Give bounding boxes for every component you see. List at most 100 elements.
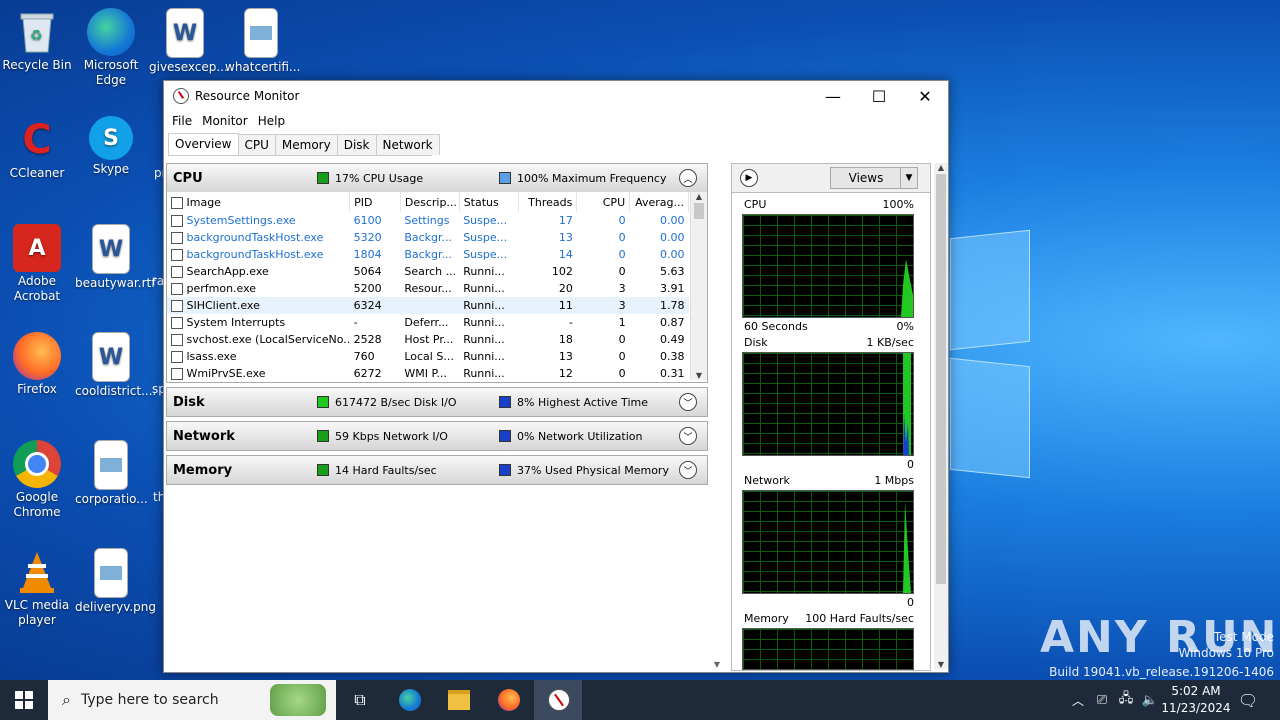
scroll-thumb[interactable]: [694, 203, 704, 219]
resource-monitor-taskbar-button[interactable]: [534, 680, 582, 720]
desktop-icon-givesexcep[interactable]: W givesexcep...: [149, 8, 228, 75]
scroll-up-arrow-icon[interactable]: ▲: [691, 192, 707, 201]
cpu-section-header[interactable]: CPU 17% CPU Usage 100% Maximum Frequency…: [167, 164, 707, 192]
cell-threads: 13: [558, 231, 573, 244]
row-checkbox[interactable]: [171, 249, 183, 261]
word-doc-icon: W: [92, 224, 130, 274]
table-row[interactable]: lsass.exe 760 Local S... Runni... 13 0 0.38: [167, 348, 689, 365]
tab-overview[interactable]: Overview: [168, 133, 239, 155]
graph-panel-scrollbar[interactable]: ▲ ▼: [934, 163, 948, 669]
desktop-icon-recycle-bin[interactable]: ♻ Recycle Bin: [1, 8, 73, 73]
table-row[interactable]: svchost.exe (LocalServiceNo... 2528 Host P…: [167, 331, 689, 348]
minimize-button[interactable]: —: [810, 81, 856, 111]
start-button[interactable]: [12, 688, 36, 712]
network-icon[interactable]: 🖧: [1114, 688, 1138, 712]
expand-chevron-icon[interactable]: ﹀: [679, 427, 697, 445]
file-explorer-icon[interactable]: [447, 688, 471, 712]
scroll-down-arrow-icon[interactable]: ▼: [691, 371, 707, 380]
desktop-icon-ccleaner[interactable]: C CCleaner: [1, 116, 73, 181]
cell-average: 0.00: [660, 231, 685, 244]
disk-section-header[interactable]: Disk 617472 B/sec Disk I/O 8% Highest Ac…: [167, 388, 707, 416]
collapse-chevron-icon[interactable]: ︿: [679, 169, 697, 187]
row-checkbox[interactable]: [171, 334, 183, 346]
close-button[interactable]: ✕: [902, 81, 948, 111]
clock[interactable]: 5:02 AM 11/23/2024: [1160, 683, 1232, 717]
expand-panel-arrow-icon[interactable]: ▶: [740, 169, 758, 187]
row-checkbox[interactable]: [171, 266, 183, 278]
maximize-button[interactable]: ☐: [856, 81, 902, 111]
column-image[interactable]: Image: [167, 192, 351, 212]
clock-time: 5:02 AM: [1171, 684, 1221, 698]
scroll-down-arrow-icon[interactable]: ▼: [934, 660, 948, 669]
cpu-table-scrollbar[interactable]: ▲ ▼: [690, 192, 707, 380]
cell-cpu: 0: [618, 350, 626, 363]
menu-file[interactable]: File: [168, 114, 196, 128]
table-row[interactable]: SearchApp.exe 5064 Search ... Runni... 102 0 5…: [167, 263, 689, 280]
column-status[interactable]: Status: [459, 192, 519, 212]
table-row[interactable]: perfmon.exe 5200 Resour... Runni... 20 3 3.91: [167, 280, 689, 297]
cell-pid: 760: [353, 350, 375, 363]
desktop-icon-chrome[interactable]: Google Chrome: [1, 440, 73, 520]
table-row[interactable]: WmiPrvSE.exe 6272 WMI P... Runni... 12 0 0.31: [167, 365, 689, 380]
desktop-icon-edge[interactable]: Microsoft Edge: [75, 8, 147, 88]
row-checkbox[interactable]: [171, 368, 183, 380]
task-view-icon[interactable]: ⧉: [348, 688, 372, 712]
tab-memory[interactable]: Memory: [274, 134, 338, 155]
tab-cpu[interactable]: CPU: [237, 134, 276, 155]
volume-icon[interactable]: 🔈: [1138, 688, 1162, 712]
tab-network[interactable]: Network: [375, 134, 440, 155]
network-io-indicator: 59 Kbps Network I/O: [317, 430, 448, 443]
desktop-icon-acrobat[interactable]: A Adobe Acrobat: [1, 224, 73, 304]
desktop-icon-cooldistrict[interactable]: W cooldistrict....: [75, 332, 156, 399]
firefox-taskbar-icon[interactable]: [497, 688, 521, 712]
column-cpu[interactable]: CPU: [576, 192, 631, 212]
table-row[interactable]: SystemSettings.exe 6100 Settings Suspe... 17…: [167, 212, 689, 229]
network-section-header[interactable]: Network 59 Kbps Network I/O 0% Network U…: [167, 422, 707, 450]
table-row[interactable]: backgroundTaskHost.exe 1804 Backgr... Suspe…: [167, 246, 689, 263]
desktop-icon-whatcertifi[interactable]: whatcertifi...: [225, 8, 300, 75]
edge-taskbar-icon[interactable]: [398, 688, 422, 712]
column-pid[interactable]: PID: [349, 192, 401, 212]
disk-graph-max: 1 KB/sec: [866, 336, 914, 349]
desktop-icon-beautywar[interactable]: W beautywar.rtf: [75, 224, 155, 291]
column-average[interactable]: Averag...: [629, 192, 689, 212]
row-checkbox[interactable]: [171, 351, 183, 363]
title-bar[interactable]: Resource Monitor — ☐ ✕: [164, 81, 948, 111]
scroll-up-arrow-icon[interactable]: ▲: [934, 163, 948, 172]
scroll-down-arrow-icon[interactable]: ▼: [710, 660, 724, 669]
views-button[interactable]: Views: [830, 167, 902, 189]
expand-chevron-icon[interactable]: ﹀: [679, 461, 697, 479]
memory-section-header[interactable]: Memory 14 Hard Faults/sec 37% Used Physi…: [167, 456, 707, 484]
column-description[interactable]: Descrip...: [400, 192, 460, 212]
device-icon[interactable]: ⎚: [1090, 688, 1114, 712]
pane-scrollbar[interactable]: ▼: [710, 163, 724, 669]
cell-image: SearchApp.exe: [167, 263, 350, 280]
cell-image: SIHClient.exe: [167, 297, 350, 314]
expand-chevron-icon[interactable]: ﹀: [679, 393, 697, 411]
taskbar-search-box[interactable]: ⌕ Type here to search: [48, 680, 336, 720]
desktop-icon-firefox[interactable]: Firefox: [1, 332, 73, 397]
desktop-icon-vlc[interactable]: VLC media player: [1, 548, 73, 628]
table-row[interactable]: System Interrupts - Deferr... Runni... -1 0.8…: [167, 314, 689, 331]
row-checkbox[interactable]: [171, 283, 183, 295]
views-dropdown-icon[interactable]: ▼: [900, 167, 918, 189]
desktop-icon-deliveryv[interactable]: deliveryv.png: [75, 548, 156, 615]
cell-threads: 20: [558, 282, 573, 295]
table-row[interactable]: SIHClient.exe 6324 Runni... 11 3 1.78: [167, 297, 689, 314]
desktop-icon-corporatio[interactable]: corporatio...: [75, 440, 148, 507]
row-checkbox[interactable]: [171, 232, 183, 244]
menu-monitor[interactable]: Monitor: [198, 114, 252, 128]
scroll-thumb[interactable]: [936, 174, 946, 584]
notification-center-icon[interactable]: 🗨: [1236, 688, 1260, 712]
select-all-checkbox[interactable]: [171, 196, 183, 209]
menu-help[interactable]: Help: [254, 114, 289, 128]
column-threads[interactable]: Threads: [518, 192, 578, 212]
desktop-icon-skype[interactable]: S Skype: [75, 116, 147, 177]
tab-disk[interactable]: Disk: [336, 134, 377, 155]
row-checkbox[interactable]: [171, 215, 183, 227]
row-checkbox[interactable]: [171, 317, 183, 329]
table-row[interactable]: backgroundTaskHost.exe 5320 Backgr... Suspe…: [167, 229, 689, 246]
show-hidden-icons-chevron-icon[interactable]: ︿: [1066, 688, 1090, 712]
cell-average: 0.31: [660, 367, 685, 380]
row-checkbox[interactable]: [171, 300, 183, 312]
